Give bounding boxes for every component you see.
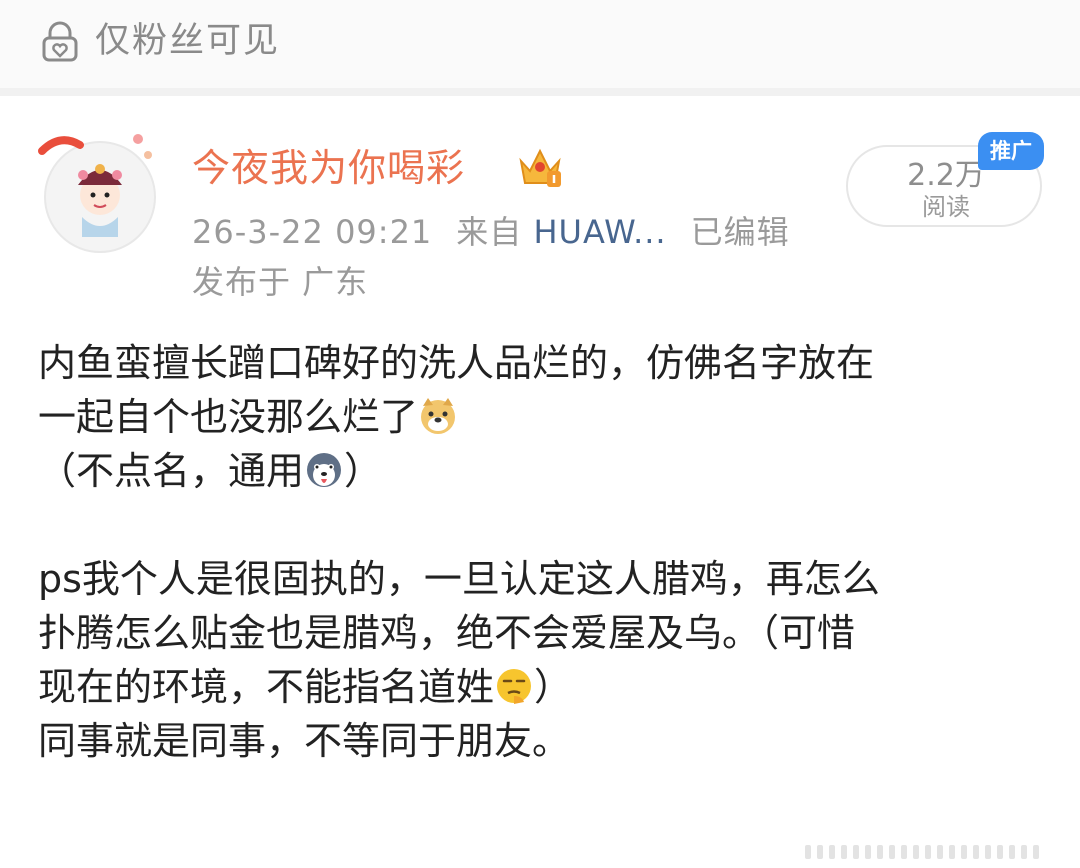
post-content: 内鱼蛮擅长蹭口碑好的洗人品烂的，仿佛名字放在 一起自个也没那么烂了 （不点名，通…: [38, 336, 1048, 768]
post-time: 26-3-22 09:21: [192, 213, 433, 251]
content-line: 一起自个也没那么烂了: [38, 390, 1048, 444]
promo-badge[interactable]: 推广: [978, 132, 1044, 170]
section-divider: [0, 88, 1080, 96]
visibility-label: 仅粉丝可见: [95, 21, 281, 61]
content-line: 同事就是同事，不等同于朋友。: [38, 719, 571, 763]
vip-crown-icon[interactable]: [517, 145, 563, 189]
lock-heart-icon: [42, 21, 78, 62]
content-line: 现在的环境，不能指名道姓）: [38, 665, 573, 709]
thinking-emoji: [497, 669, 532, 704]
husky-emoji: [307, 453, 342, 487]
doge-emoji: [421, 398, 456, 434]
source-device-link[interactable]: HUAW...: [533, 213, 666, 251]
content-line: ps我个人是很固执的，一旦认定这人腊鸡，再怎么: [38, 557, 880, 601]
avatar[interactable]: [38, 125, 156, 253]
edited-label[interactable]: 已编辑: [691, 213, 790, 251]
content-line: 扑腾怎么贴金也是腊鸡，绝不会爱屋及乌。（可惜: [38, 611, 856, 655]
username[interactable]: 今夜我为你喝彩: [192, 143, 465, 193]
source-prefix: 来自: [456, 213, 523, 251]
content-line: （不点名，通用）: [38, 449, 383, 493]
visibility-bar: 仅粉丝可见: [0, 0, 1080, 88]
post-meta: 26-3-22 09:21 来自 HUAW... 已编辑: [192, 210, 790, 254]
read-count-label: 阅读: [922, 193, 970, 221]
content-line: 内鱼蛮擅长蹭口碑好的洗人品烂的，仿佛名字放在: [38, 341, 875, 385]
watermark-stripes: [805, 845, 1039, 859]
post-location: 发布于 广东: [192, 263, 369, 301]
